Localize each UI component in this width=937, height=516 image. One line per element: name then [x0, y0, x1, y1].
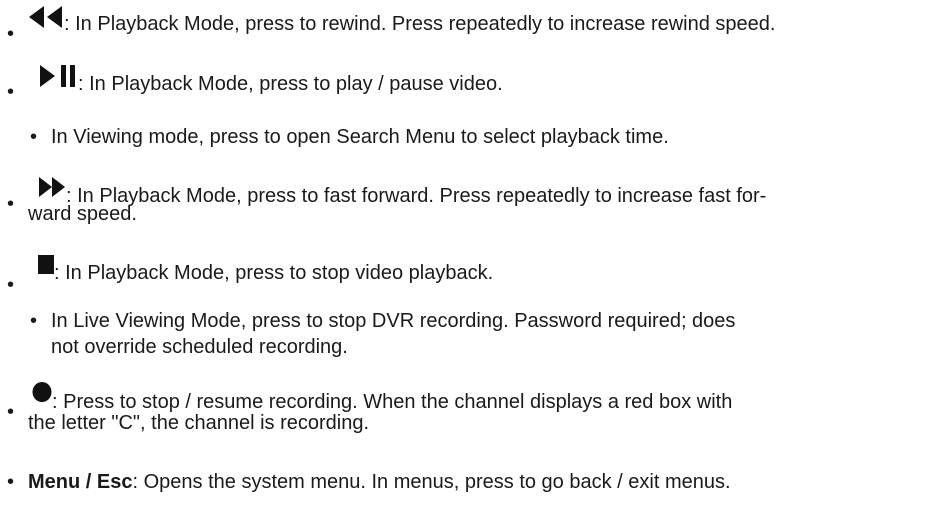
stop-icon [28, 251, 54, 277]
list-item-text: : In Playback Mode, press to play / paus… [28, 62, 929, 95]
fast-forward-icon [28, 174, 66, 200]
bullet: • [7, 23, 15, 45]
list-item-text: : In Playback Mode, press to rewind. Pre… [28, 6, 929, 38]
play-pause-icon [28, 62, 78, 88]
list-item-stop: • : In Playback Mode, press to stop vide… [0, 251, 929, 296]
list-item-play-pause: • : In Playback Mode, press to play / pa… [0, 62, 929, 103]
sub-item-viewing-mode: • In Viewing mode, press to open Search … [0, 125, 929, 151]
list-item-rewind: • : In Playback Mode, press to rewind. P… [0, 6, 929, 46]
rewind-icon [28, 4, 64, 30]
fast-forward-description-line2: ward speed. [28, 203, 137, 225]
bullet: • [7, 471, 15, 493]
bullet: • [30, 310, 38, 332]
list-item-text: : In Playback Mode, press to stop video … [28, 251, 929, 284]
document-page: • : In Playback Mode, press to rewind. P… [0, 0, 937, 516]
fast-forward-description-line1: : In Playback Mode, press to fast forwar… [66, 185, 767, 207]
record-description-line2: the letter "C", the channel is recording… [28, 412, 370, 434]
list-item-text: Menu / Esc: Opens the system menu. In me… [28, 470, 929, 494]
list-item-record: • : Press to stop / resume recording. Wh… [0, 380, 929, 440]
rewind-description: : In Playback Mode, press to rewind. Pre… [64, 13, 776, 35]
sub-item-text: In Live Viewing Mode, press to stop DVR … [51, 309, 929, 359]
play-pause-description: : In Playback Mode, press to play / paus… [78, 73, 503, 95]
list-item-text: : In Playback Mode, press to fast forwar… [28, 174, 929, 225]
live-viewing-line2: not override scheduled recording. [51, 336, 348, 358]
bullet: • [7, 274, 15, 296]
record-description-line1: : Press to stop / resume recording. When… [52, 391, 733, 413]
sub-item-text: In Viewing mode, press to open Search Me… [51, 126, 669, 148]
bullet: • [30, 126, 38, 148]
sub-item-live-viewing: • In Live Viewing Mode, press to stop DV… [0, 309, 929, 361]
list-item-text: : Press to stop / resume recording. When… [28, 380, 929, 434]
list-item-fast-forward: • : In Playback Mode, press to fast forw… [0, 174, 929, 234]
menu-esc-description: : Opens the system menu. In menus, press… [132, 471, 731, 493]
bullet: • [7, 401, 15, 423]
bullet: • [7, 193, 15, 215]
record-icon [28, 380, 52, 406]
stop-description: : In Playback Mode, press to stop video … [54, 262, 494, 284]
live-viewing-line1: In Live Viewing Mode, press to stop DVR … [51, 310, 736, 332]
bullet: • [7, 81, 15, 103]
menu-esc-label: Menu / Esc [28, 471, 133, 493]
list-item-menu-esc: • Menu / Esc: Opens the system menu. In … [0, 470, 929, 498]
